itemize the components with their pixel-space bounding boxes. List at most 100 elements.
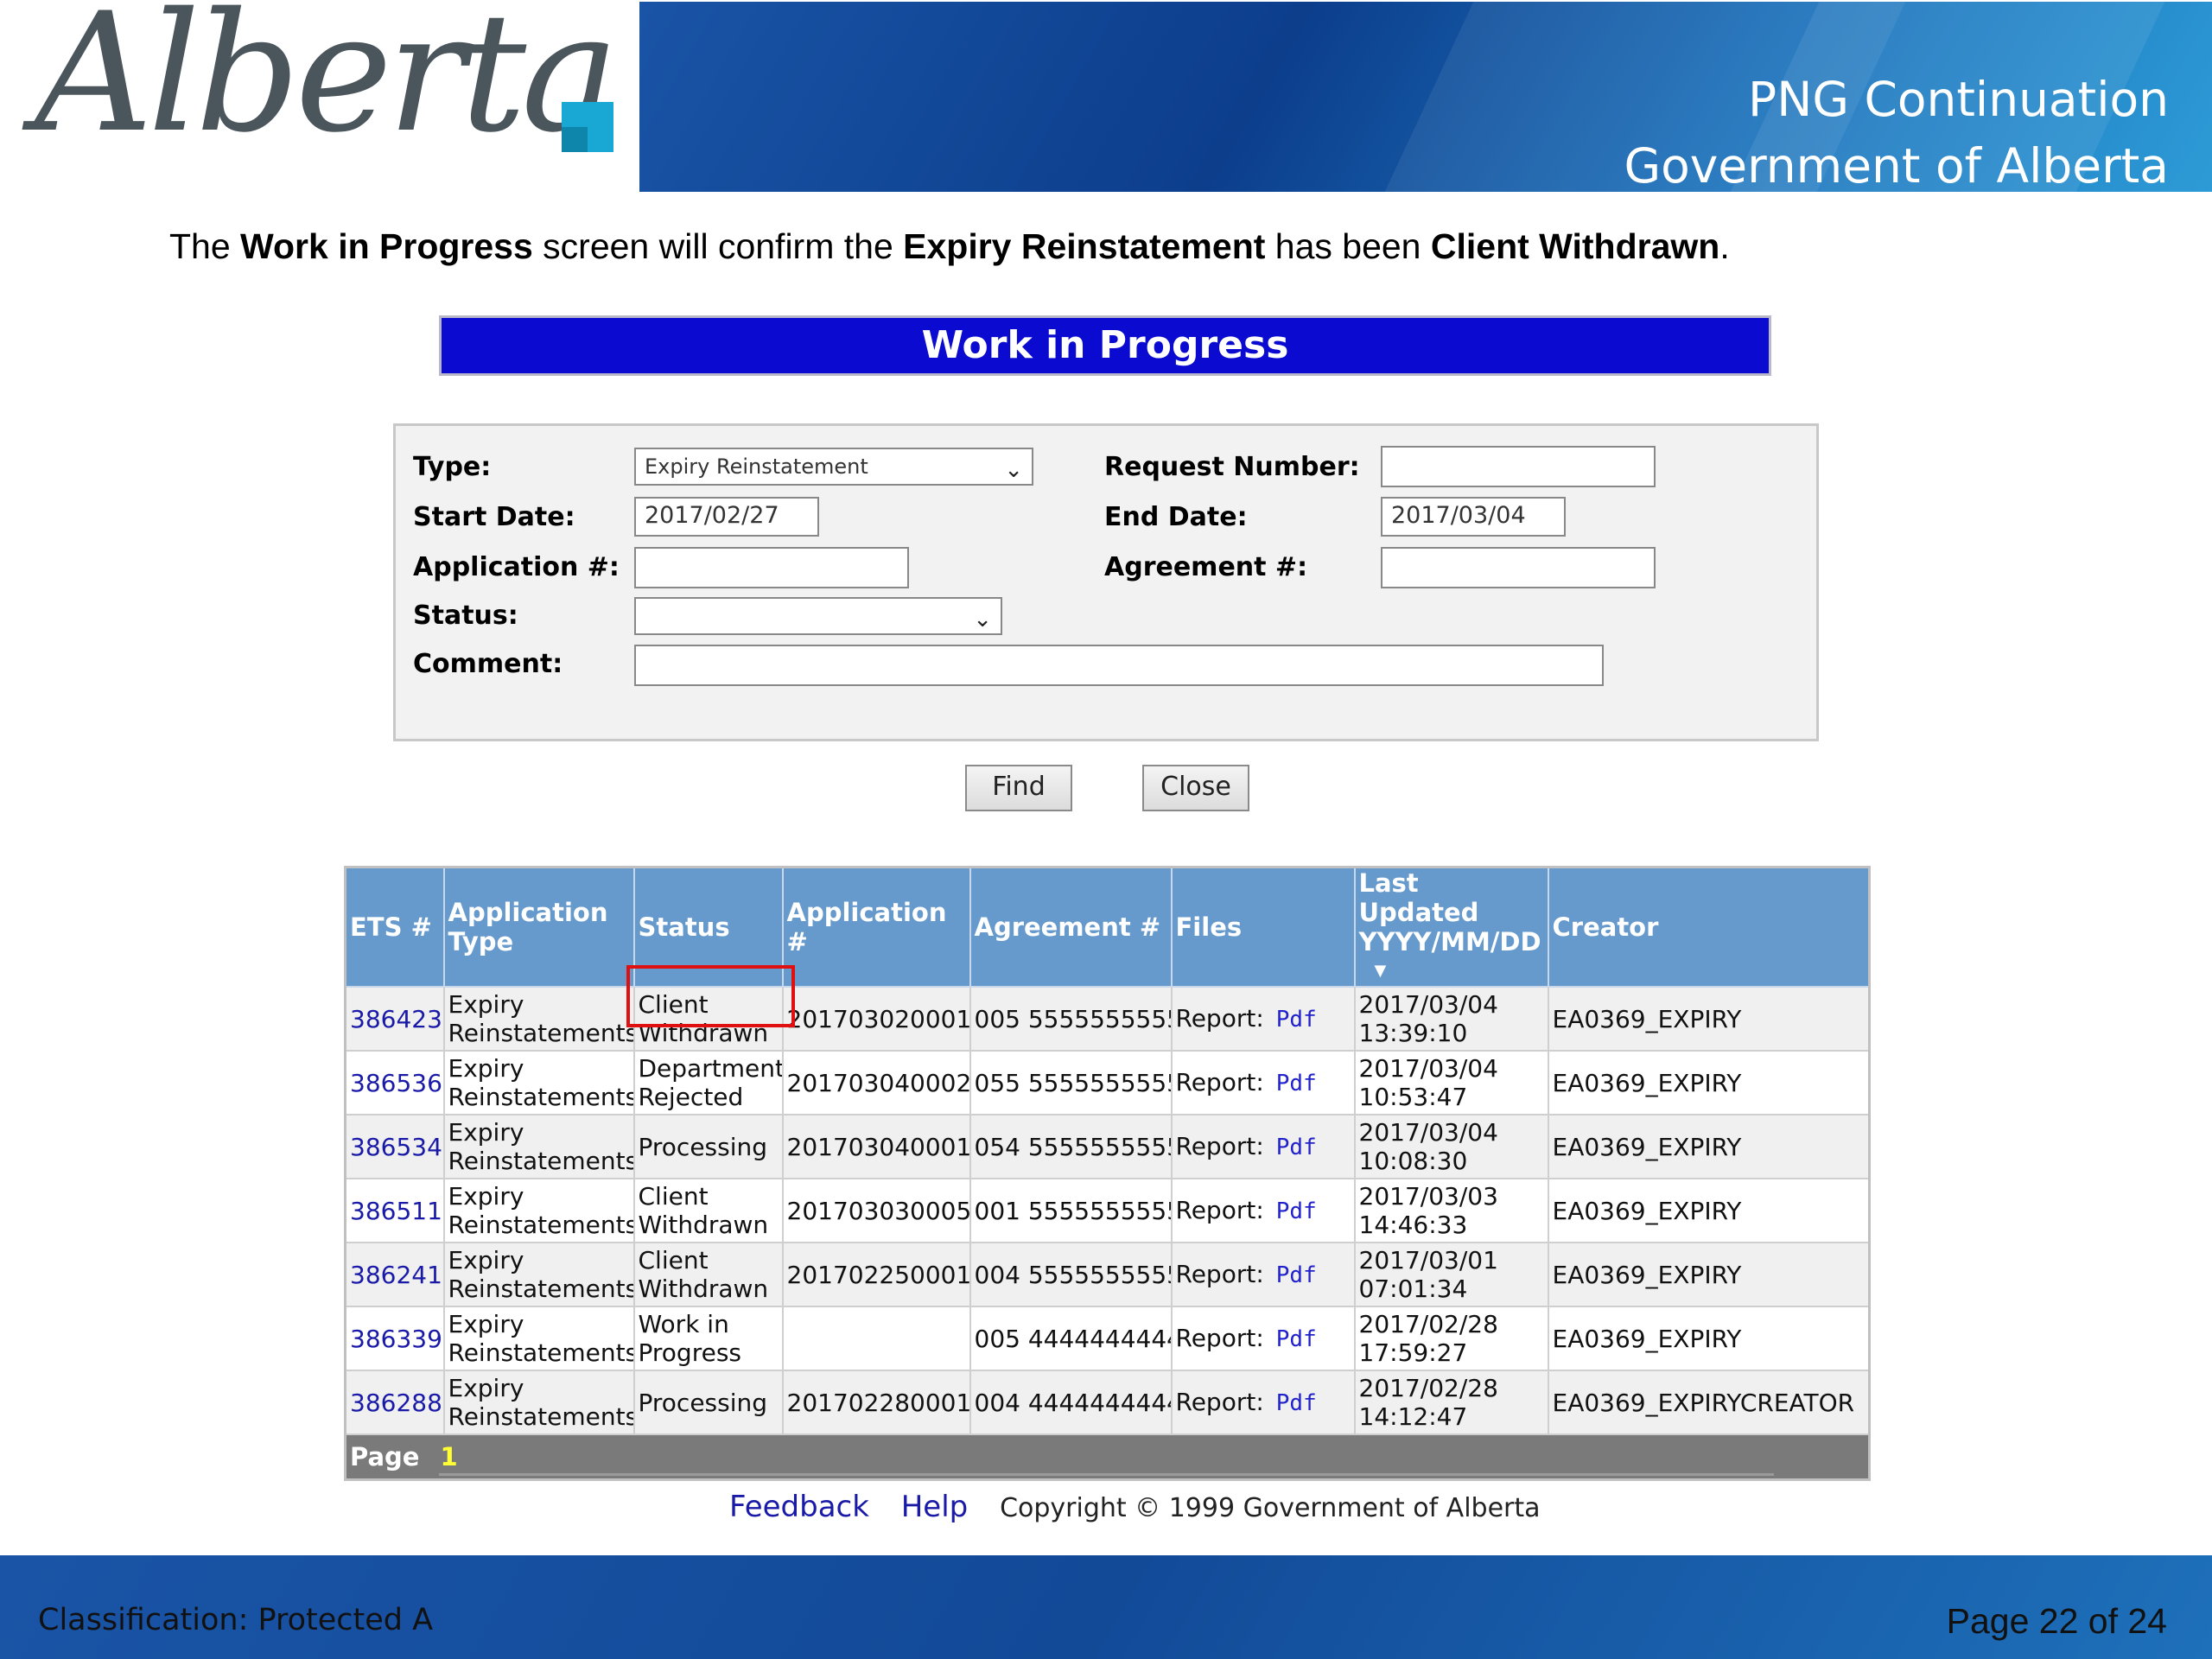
pdf-link[interactable]: Pdf — [1276, 1007, 1317, 1033]
footer-divider — [439, 1473, 1774, 1476]
feedback-link[interactable]: Feedback — [729, 1490, 869, 1524]
last-updated-cell: 2017/02/28 14:12:47 — [1353, 1370, 1549, 1435]
application-number-cell: 201702250001 — [781, 1242, 971, 1307]
agreement-number-input[interactable] — [1381, 547, 1656, 588]
find-button[interactable]: Find — [965, 765, 1072, 811]
chevron-down-icon: ⌄ — [1004, 457, 1023, 483]
column-header-agreement-number[interactable]: Agreement # — [969, 866, 1173, 988]
ets-link[interactable]: 386241 — [350, 1261, 442, 1289]
status-line1: Processing — [638, 1388, 768, 1417]
chevron-down-icon: ⌄ — [973, 607, 992, 632]
table-row: 386534 Expiry Reinstatements Processing 2017… — [344, 1114, 1871, 1179]
pdf-link[interactable]: Pdf — [1276, 1262, 1317, 1288]
column-header-files: Files — [1170, 866, 1356, 988]
pdf-link[interactable]: Pdf — [1276, 1135, 1317, 1160]
column-header-creator[interactable]: Creator — [1547, 866, 1871, 988]
intro-text: The Work in Progress screen will confirm… — [169, 226, 1730, 267]
type-select[interactable]: Expiry Reinstatement ⌄ — [634, 448, 1033, 486]
last-updated-cell: 2017/03/01 07:01:34 — [1353, 1242, 1549, 1307]
footer-links: Feedback Help Copyright © 1999 Governmen… — [729, 1490, 1541, 1524]
application-type-line1: Expiry — [448, 990, 524, 1019]
table-row: 386241 Expiry Reinstatements Client Withdraw… — [344, 1242, 1871, 1307]
ets-link[interactable]: 386288 — [350, 1389, 442, 1417]
application-type-line2: Reinstatements — [448, 1338, 634, 1367]
pdf-link[interactable]: Pdf — [1276, 1198, 1317, 1224]
application-number-input[interactable] — [634, 547, 909, 588]
last-updated-time: 17:59:27 — [1358, 1338, 1468, 1367]
end-date-input[interactable]: 2017/03/04 — [1381, 497, 1566, 537]
table-row: 386536 Expiry Reinstatements Department Reje… — [344, 1050, 1871, 1116]
last-updated-date: 2017/02/28 — [1358, 1374, 1498, 1402]
files-cell: Report: Pdf — [1170, 1242, 1356, 1307]
status-select[interactable]: ⌄ — [634, 597, 1002, 635]
table-row: 386339 Expiry Reinstatements Work in Progres… — [344, 1306, 1871, 1371]
table-row: 386423 Expiry Reinstatements Client Withdraw… — [344, 986, 1871, 1052]
status-cell: Processing — [632, 1114, 784, 1179]
close-button[interactable]: Close — [1142, 765, 1249, 811]
files-cell: Report: Pdf — [1170, 1114, 1356, 1179]
application-type-line1: Expiry — [448, 1374, 524, 1402]
last-updated-date: 2017/02/28 — [1358, 1310, 1498, 1338]
search-panel: Type: Expiry Reinstatement ⌄ Request Num… — [393, 423, 1819, 741]
application-type-line1: Expiry — [448, 1246, 524, 1274]
column-header-ets[interactable]: ETS # — [344, 866, 445, 988]
application-number-label: Application #: — [413, 552, 620, 582]
last-updated-time: 13:39:10 — [1358, 1019, 1468, 1047]
results-table: ETS # Application Type Status Applicatio… — [344, 866, 1871, 1481]
start-date-label: Start Date: — [413, 502, 575, 532]
intro-part: screen will confirm the — [532, 226, 904, 266]
pager-label: Page — [350, 1441, 420, 1471]
column-header-application-number[interactable]: Application # — [781, 866, 971, 988]
start-date-input[interactable]: 2017/02/27 — [634, 497, 819, 537]
application-number-cell: 201703020001 — [781, 986, 971, 1052]
slide-header: Alberta PNG Continuation Government of A… — [0, 0, 2212, 193]
application-type-cell: Expiry Reinstatements — [442, 1370, 635, 1435]
comment-input[interactable] — [634, 645, 1604, 686]
table-header-row: ETS # Application Type Status Applicatio… — [344, 866, 1871, 988]
last-updated-cell: 2017/03/04 10:08:30 — [1353, 1114, 1549, 1179]
last-updated-time: 10:08:30 — [1358, 1147, 1468, 1175]
last-updated-cell: 2017/03/04 10:53:47 — [1353, 1050, 1549, 1116]
ets-cell: 386511 — [344, 1178, 445, 1243]
last-updated-date: 2017/03/01 — [1358, 1246, 1498, 1274]
last-updated-date: 2017/03/04 — [1358, 990, 1498, 1019]
agreement-number-cell: 055 5555555555 — [969, 1050, 1173, 1116]
application-type-cell: Expiry Reinstatements — [442, 986, 635, 1052]
ets-link[interactable]: 386534 — [350, 1133, 442, 1161]
request-number-input[interactable] — [1381, 446, 1656, 487]
column-header-last-updated[interactable]: Last Updated YYYY/MM/DD ▼ — [1353, 866, 1549, 988]
status-line1: Client — [638, 1182, 709, 1211]
application-type-line1: Expiry — [448, 1310, 524, 1338]
application-type-line1: Expiry — [448, 1182, 524, 1211]
banner-title-line1: PNG Continuation — [1748, 72, 2169, 127]
column-header-application-type[interactable]: Application Type — [442, 866, 635, 988]
pdf-link[interactable]: Pdf — [1276, 1071, 1317, 1096]
application-type-line1: Expiry — [448, 1118, 524, 1147]
ets-link[interactable]: 386339 — [350, 1325, 442, 1353]
pdf-link[interactable]: Pdf — [1276, 1390, 1317, 1416]
ets-link[interactable]: 386536 — [350, 1069, 442, 1097]
page-title: Work in Progress — [921, 323, 1289, 367]
status-label: Status: — [413, 601, 518, 631]
agreement-number-cell: 005 4444444444 — [969, 1306, 1173, 1371]
pdf-link[interactable]: Pdf — [1276, 1326, 1317, 1352]
status-cell: Client Withdrawn — [632, 1242, 784, 1307]
status-line2: Rejected — [638, 1083, 744, 1111]
status-line2: Withdrawn — [638, 1211, 769, 1239]
report-label: Report: — [1175, 1195, 1264, 1224]
last-updated-date: 2017/03/04 — [1358, 1054, 1498, 1083]
files-cell: Report: Pdf — [1170, 1306, 1356, 1371]
application-type-line1: Expiry — [448, 1054, 524, 1083]
sort-descending-icon[interactable]: ▼ — [1375, 957, 1544, 986]
alberta-logo: Alberta — [0, 0, 639, 193]
status-line1: Processing — [638, 1132, 768, 1161]
ets-link[interactable]: 386423 — [350, 1005, 442, 1033]
pager-page-link[interactable]: 1 — [440, 1442, 457, 1471]
ets-cell: 386423 — [344, 986, 445, 1052]
ets-cell: 386288 — [344, 1370, 445, 1435]
ets-link[interactable]: 386511 — [350, 1197, 442, 1225]
type-label: Type: — [413, 452, 492, 482]
status-line1: Client — [638, 1246, 709, 1274]
agreement-number-cell: 005 5555555555 — [969, 986, 1173, 1052]
help-link[interactable]: Help — [901, 1490, 969, 1524]
